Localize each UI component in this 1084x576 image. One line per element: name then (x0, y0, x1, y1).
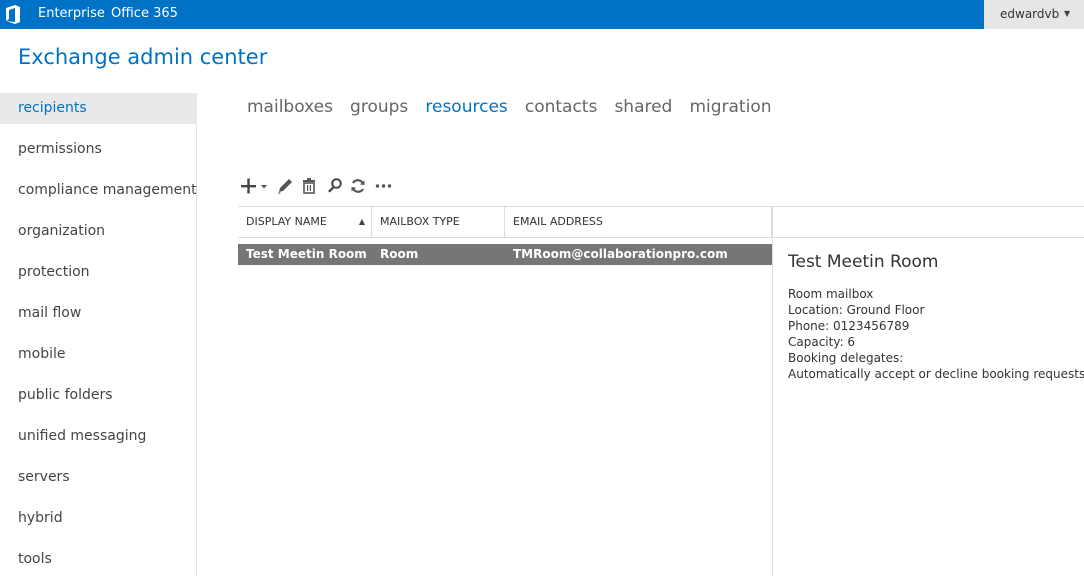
details-line-booking-policy: Automatically accept or decline booking … (788, 367, 1084, 381)
table-header: DISPLAY NAME ▲ MAILBOX TYPE EMAIL ADDRES… (238, 206, 1084, 238)
details-line-type: Room mailbox (788, 287, 874, 301)
nav-item-protection[interactable]: protection (0, 257, 197, 288)
user-name[interactable]: edwardvb (1000, 7, 1059, 21)
nav-item-hybrid[interactable]: hybrid (0, 503, 197, 534)
top-bar: Enterprise Office 365 edwardvb ▼ (0, 0, 1084, 29)
nav-item-permissions[interactable]: permissions (0, 134, 197, 165)
tab-resources[interactable]: resources (425, 97, 507, 117)
table-row[interactable]: Test Meetin Room Room TMRoom@collaborati… (238, 244, 772, 265)
cell-display-name: Test Meetin Room (246, 247, 367, 261)
nav-item-public-folders[interactable]: public folders (0, 380, 197, 411)
nav-item-tools[interactable]: tools (0, 544, 197, 575)
tab-groups[interactable]: groups (350, 97, 408, 117)
nav-item-servers[interactable]: servers (0, 462, 197, 493)
enterprise-link[interactable]: Enterprise (38, 6, 105, 21)
details-title: Test Meetin Room (788, 252, 939, 272)
cell-mailbox-type: Room (380, 247, 419, 261)
nav-item-mail-flow[interactable]: mail flow (0, 298, 197, 329)
office-logo-icon[interactable] (4, 5, 22, 24)
caret-down-icon[interactable]: ▼ (1064, 9, 1070, 18)
details-line-phone: Phone: 0123456789 (788, 319, 910, 333)
tab-mailboxes[interactable]: mailboxes (247, 97, 333, 117)
search-icon[interactable] (326, 176, 344, 196)
nav-item-recipients[interactable]: recipients (0, 93, 197, 124)
tab-bar: mailboxes groups resources contacts shar… (247, 97, 784, 123)
nav-item-organization[interactable]: organization (0, 216, 197, 247)
cell-email-address: TMRoom@collaborationpro.com (513, 247, 728, 261)
details-pane: Test Meetin Room Room mailbox Location: … (788, 252, 1084, 382)
edit-icon[interactable] (276, 176, 294, 196)
nav-item-unified-messaging[interactable]: unified messaging (0, 421, 197, 452)
details-line-booking-delegates: Booking delegates: (788, 351, 904, 365)
tab-migration[interactable]: migration (689, 97, 771, 117)
details-line-location: Location: Ground Floor (788, 303, 925, 317)
user-menu[interactable]: edwardvb ▼ (984, 0, 1084, 29)
tab-contacts[interactable]: contacts (525, 97, 597, 117)
nav-item-compliance-management[interactable]: compliance management (0, 175, 197, 206)
office365-link[interactable]: Office 365 (111, 6, 178, 21)
column-header-email-address[interactable]: EMAIL ADDRESS (505, 207, 772, 237)
delete-icon[interactable] (301, 176, 317, 196)
column-header-mailbox-type[interactable]: MAILBOX TYPE (372, 207, 505, 237)
refresh-icon[interactable] (349, 176, 367, 196)
column-header-label: DISPLAY NAME (246, 215, 327, 228)
add-icon[interactable] (240, 176, 270, 196)
column-header-display-name[interactable]: DISPLAY NAME ▲ (238, 207, 372, 237)
details-divider (772, 206, 773, 576)
nav-item-mobile[interactable]: mobile (0, 339, 197, 370)
tab-shared[interactable]: shared (614, 97, 672, 117)
sort-ascending-icon: ▲ (358, 217, 365, 226)
left-nav: recipients permissions compliance manage… (0, 93, 197, 576)
details-line-capacity: Capacity: 6 (788, 335, 856, 349)
page-title: Exchange admin center (18, 45, 268, 69)
more-icon[interactable] (374, 176, 394, 196)
